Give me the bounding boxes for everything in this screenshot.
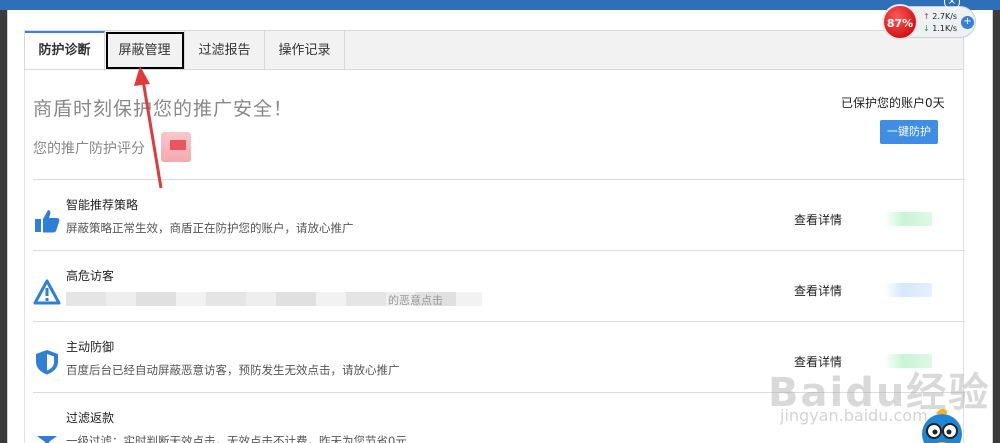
protected-days-text: 已保护您的账户0天	[841, 96, 945, 110]
tab-protection-diagnosis[interactable]: 防护诊断	[25, 31, 105, 71]
upload-speed-value: 2.7K/s	[932, 12, 958, 21]
divider	[33, 179, 965, 180]
one-click-protect-button[interactable]: 一键防护	[880, 120, 938, 144]
item-desc-high-risk-tail: 的恶意点击	[388, 294, 443, 307]
status-indicator	[884, 212, 932, 226]
filter-icon	[37, 436, 57, 443]
app-window: 防护诊断 屏蔽管理 过滤报告 操作记录 商盾时刻保护您的推广安全！ 您的推广防护…	[7, 10, 993, 443]
mascot-bear-icon	[922, 408, 962, 443]
download-arrow-icon: ↓	[923, 24, 930, 33]
score-badge	[161, 132, 191, 162]
view-details-link[interactable]: 查看详情	[794, 282, 842, 299]
download-speed: ↓ 1.1K/s	[923, 24, 957, 33]
item-title-filter-refund: 过滤返款	[66, 411, 115, 425]
item-title-active-defense: 主动防御	[66, 340, 115, 354]
tab-filter-report[interactable]: 过滤报告	[185, 31, 265, 70]
tab-bar: 防护诊断 屏蔽管理 过滤报告 操作记录	[24, 30, 964, 71]
tab-block-management[interactable]: 屏蔽管理	[105, 31, 185, 70]
status-indicator	[884, 283, 932, 297]
item-title-smart-strategy: 智能推荐策略	[66, 198, 139, 212]
item-desc-smart-strategy: 屏蔽策略正常生效，商盾正在防护您的账户，请放心推广	[66, 221, 354, 235]
watermark-url: jingyan.baidu.com	[780, 406, 928, 425]
item-title-high-risk-visitors: 高危访客	[66, 269, 115, 283]
download-speed-value: 1.1K/s	[932, 24, 958, 33]
tab-operation-log[interactable]: 操作记录	[265, 31, 345, 70]
item-desc-filter-refund: 一级过滤：实时判断无效点击，无效点击不计费，昨天为您节省0元	[66, 434, 407, 443]
divider	[33, 321, 965, 322]
window-titlebar	[0, 0, 1000, 10]
network-speed-widget[interactable]: 87% ↑ 2.7K/s ↓ 1.1K/s +	[882, 4, 976, 40]
plus-icon[interactable]: +	[961, 16, 974, 29]
thumbs-up-icon	[35, 210, 60, 233]
shield-icon	[36, 350, 58, 375]
divider	[33, 250, 965, 251]
warning-triangle-icon	[33, 279, 61, 305]
memory-usage-badge[interactable]: 87%	[882, 4, 918, 40]
item-desc-active-defense: 百度后台已经自动屏蔽恶意访客，预防发生无效点击，请放心推广	[66, 363, 400, 377]
upload-speed: ↑ 2.7K/s	[923, 12, 957, 21]
score-label: 您的推广防护评分	[33, 141, 145, 157]
upload-arrow-icon: ↑	[923, 12, 930, 21]
page-headline: 商盾时刻保护您的推广安全！	[33, 98, 294, 120]
view-details-link[interactable]: 查看详情	[794, 211, 842, 228]
